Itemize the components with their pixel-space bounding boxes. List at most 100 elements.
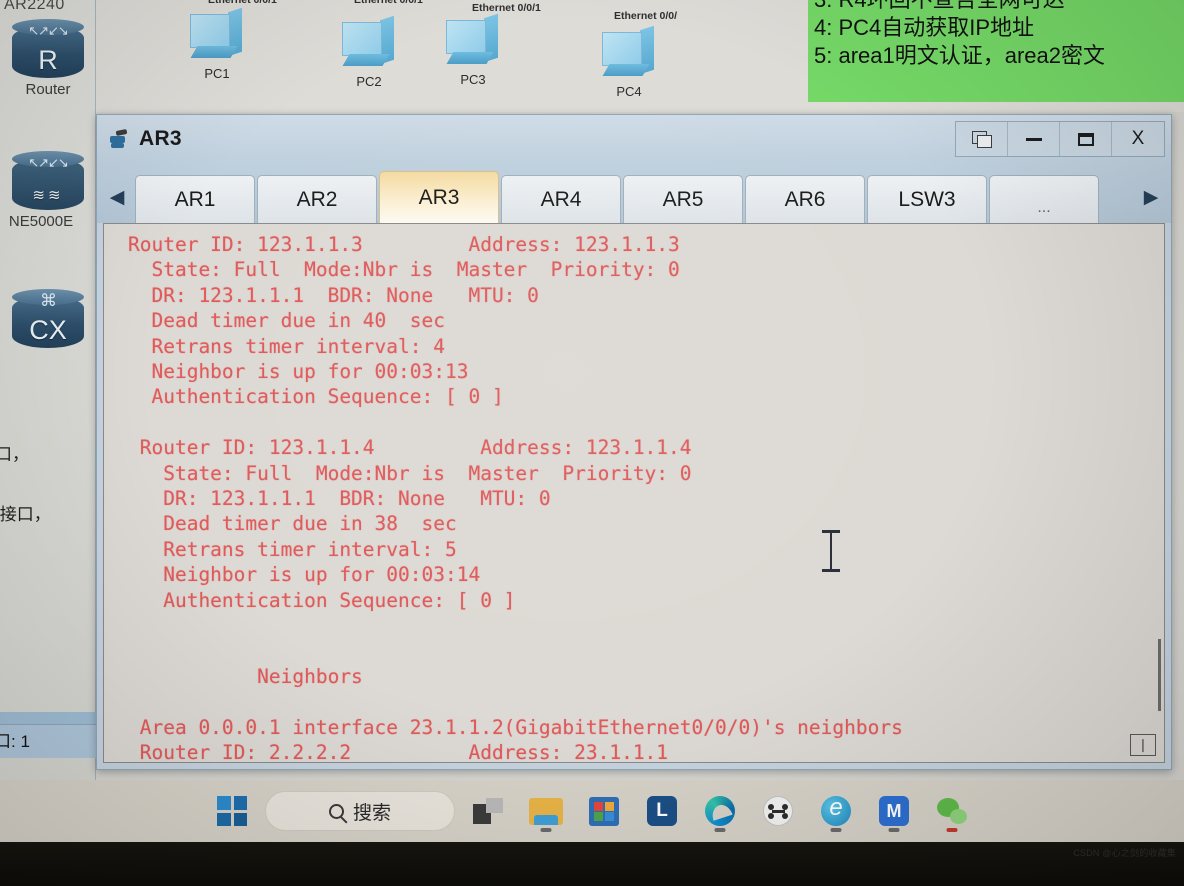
watermark: CSDN @心之剑的收藏集 [1073,848,1176,858]
minimize-button[interactable] [1008,122,1060,156]
lenovo-icon: L [647,796,677,826]
sogou-browser-button[interactable] [811,787,861,835]
pc-icon [188,7,246,64]
terminal-scrollbar[interactable] [1148,224,1164,762]
scrollbar-thumb[interactable] [1158,639,1161,711]
search-box[interactable]: 搜索 [265,791,455,831]
palette-divider [0,712,96,724]
interface-label: Ethernet 0/0/1 [472,2,541,14]
tab-ar4[interactable]: AR4 [501,175,621,223]
microsoft-store-button[interactable] [579,787,629,835]
ensp-icon [763,796,793,826]
ensp-button[interactable] [753,787,803,835]
topology-node-pc2[interactable]: PC2 [326,15,412,89]
palette-note-line: ， [0,470,96,500]
restore-button[interactable] [956,122,1008,156]
interface-label: Ethernet 0/0/ [614,10,678,22]
topology-node-label: PC2 [356,74,382,89]
cli-window[interactable]: AR3 X ◀ AR1 AR2 AR3 AR4 AR5 AR6 LSW3 ...… [96,114,1172,770]
running-indicator [888,828,900,832]
running-indicator [714,828,726,832]
maximize-icon [1077,132,1094,146]
edge-icon [705,796,735,826]
note-line: 4: PC4自动获取IP地址 [814,15,1035,40]
cli-title-bar[interactable]: AR3 X [97,115,1171,163]
windows-taskbar: 搜索 L M [0,780,1184,842]
ensp-desktop: AR2240 ↖↗↙↘ R Router ↖↗↙↘ ≋≋ NE5000E ⌘ CX … [0,0,1184,780]
tab-scroll-left-button[interactable]: ◀ [99,171,135,223]
tab-scroll-right-button[interactable]: ▶ [1133,171,1169,223]
tab-ar2[interactable]: AR2 [257,175,377,223]
file-explorer-button[interactable] [521,787,571,835]
palette-notes: 接口， ， ink接口， 。 [0,440,96,560]
topology-node-label: PC3 [460,72,486,87]
terminal-status-indicator: ❘ [1130,734,1156,756]
search-label: 搜索 [352,802,391,824]
palette-note-line: 。 [0,530,96,560]
sogou-icon [821,794,851,826]
tab-ar6[interactable]: AR6 [745,175,865,223]
device-palette: AR2240 ↖↗↙↘ R Router ↖↗↙↘ ≋≋ NE5000E ⌘ CX … [0,0,96,780]
ensp-device-icon [109,128,131,149]
edge-button[interactable] [695,787,745,835]
task-view-button[interactable] [463,787,513,835]
topology-node-label: PC1 [204,66,230,81]
tab-ar5[interactable]: AR5 [623,175,743,223]
monitor-bezel: CSDN @心之剑的收藏集 [0,842,1184,886]
store-icon [589,796,619,826]
interface-label: Ethernet 0/0/1 [208,0,277,6]
note-line: 5: area1明文认证，area2密文 [814,43,1105,68]
palette-device-ne5000e[interactable]: ↖↗↙↘ ≋≋ NE5000E [6,150,90,230]
wechat-button[interactable] [927,787,977,835]
sticky-note: 3: R4环回不宣告全网可达 4: PC4自动获取IP地址 5: area1明文… [808,0,1184,102]
router-icon: ↖↗↙↘ R [12,18,84,80]
pc-icon [444,13,502,70]
minimize-icon [1025,137,1042,141]
palette-note-line: ink接口， [0,505,51,524]
start-button[interactable] [207,787,257,835]
palette-device-cx[interactable]: ⌘ CX [6,288,90,350]
windows-logo-icon [217,796,247,826]
palette-device-label: NE5000E [8,213,74,230]
cx-glyph: CX [29,315,67,345]
running-indicator [540,828,552,832]
palette-device-label: Router [25,81,71,98]
ne5000e-glyph: ≋≋ [32,187,64,204]
meitu-icon: M [879,796,909,826]
topology-node-label: PC4 [616,84,642,99]
folder-icon [529,797,563,825]
tab-overflow[interactable]: ... [989,175,1099,223]
wechat-icon [937,798,967,824]
palette-clipped-label: AR2240 [4,0,65,13]
cli-tab-strip: ◀ AR1 AR2 AR3 AR4 AR5 AR6 LSW3 ... ▶ [97,163,1171,223]
pc-icon [340,15,398,72]
note-line: 3: R4环回不宣告全网可达 [814,0,1178,14]
terminal-panel[interactable]: Router ID: 123.1.1.3 Address: 123.1.1.3 … [103,223,1165,763]
search-icon [328,803,344,819]
terminal-output[interactable]: Router ID: 123.1.1.3 Address: 123.1.1.3 … [104,224,1148,762]
notification-indicator [946,828,958,832]
tab-ar1[interactable]: AR1 [135,175,255,223]
tab-lsw3[interactable]: LSW3 [867,175,987,223]
topology-node-pc1[interactable]: PC1 [174,7,260,81]
palette-status-text: 口: 1 [0,724,96,758]
topology-node-pc4[interactable]: PC4 [586,25,672,99]
maximize-button[interactable] [1060,122,1112,156]
interface-label: Ethernet 0/0/1 [354,0,423,6]
topology-canvas[interactable]: PC1 Ethernet 0/0/1 PC2 Ethernet 0/0/1 PC… [96,0,1184,112]
running-indicator [830,828,842,832]
lenovo-button[interactable]: L [637,787,687,835]
meitu-button[interactable]: M [869,787,919,835]
topology-node-pc3[interactable]: PC3 [430,13,516,87]
cli-window-title: AR3 [139,127,182,150]
task-view-icon [473,798,503,824]
ne5000e-icon: ↖↗↙↘ ≋≋ [12,150,84,212]
restore-icon [971,131,992,148]
tab-ar3[interactable]: AR3 [379,171,499,223]
close-button[interactable]: X [1112,122,1164,156]
palette-device-router[interactable]: ↖↗↙↘ R Router [6,18,90,98]
palette-note-line: 接口， [0,445,29,464]
cx-icon: ⌘ CX [12,288,84,350]
pc-icon [600,25,658,82]
router-glyph: R [38,45,58,75]
